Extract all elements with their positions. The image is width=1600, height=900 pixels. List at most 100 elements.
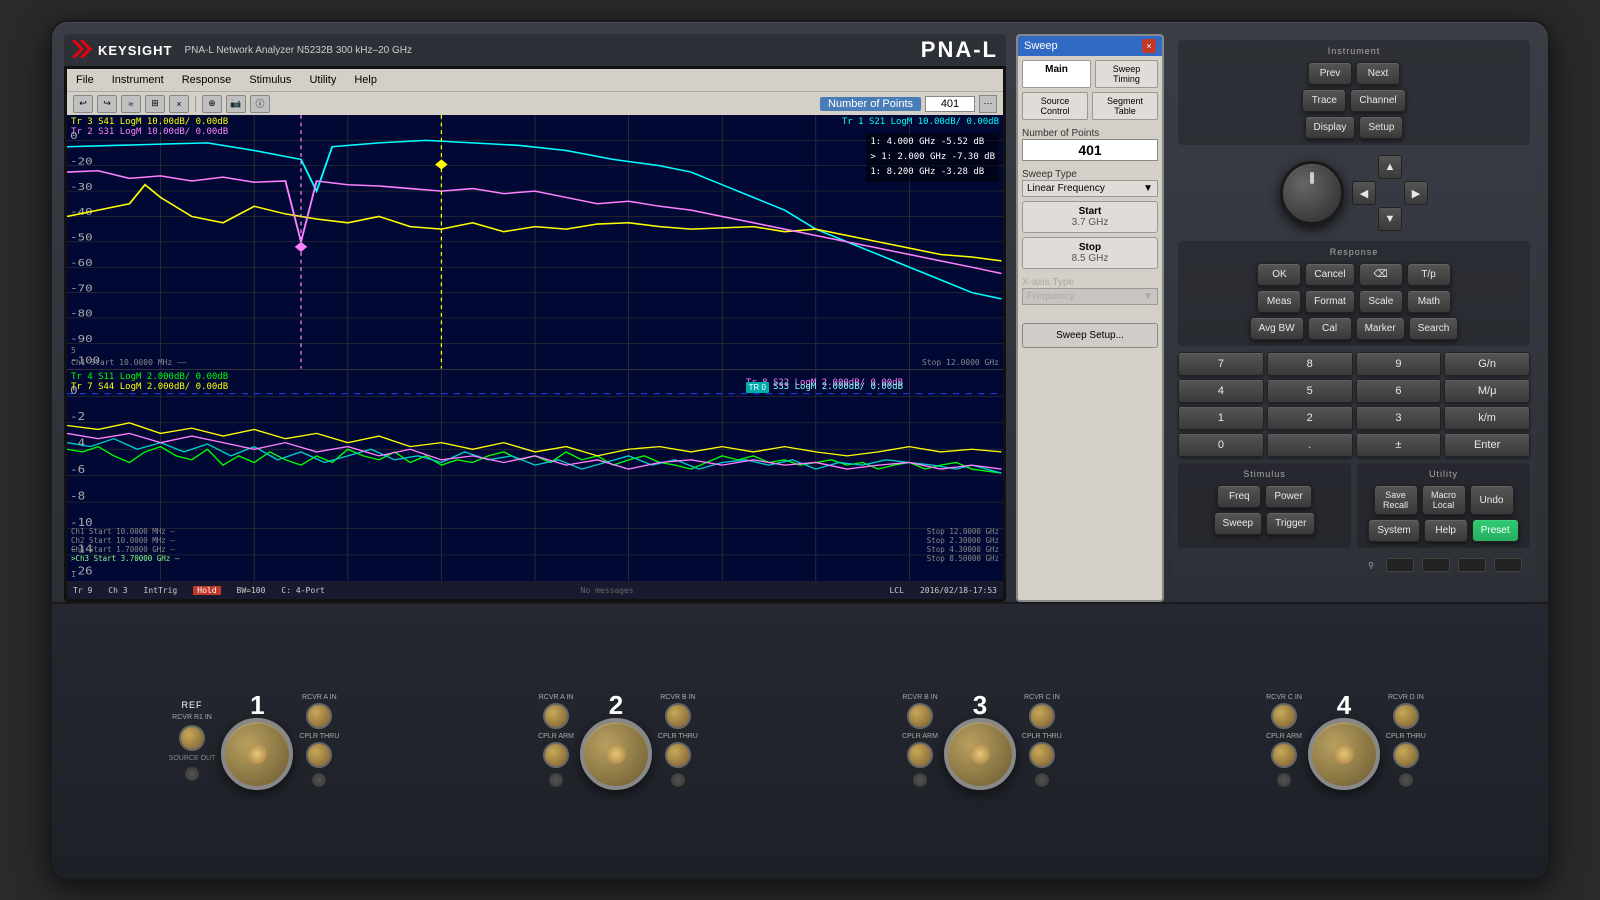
toolbar-copy[interactable]: ⊞: [145, 95, 165, 113]
num-points-value[interactable]: 401: [925, 96, 975, 112]
numpad-gn[interactable]: G/n: [1444, 352, 1530, 376]
trace-button[interactable]: Trace: [1302, 89, 1346, 112]
toolbar-redo[interactable]: ↪: [97, 95, 117, 113]
power-button[interactable]: Power: [1265, 485, 1311, 508]
tab-main[interactable]: Main: [1022, 60, 1091, 88]
start-section: Start 3.7 GHz: [1022, 201, 1158, 233]
lower-ch2-stop: Stop 2.30000 GHz: [927, 536, 999, 545]
numpad-4[interactable]: 4: [1178, 379, 1264, 403]
backspace-button[interactable]: ⌫: [1359, 263, 1403, 286]
sweep-setup-button[interactable]: Sweep Setup...: [1022, 323, 1158, 348]
save-recall-button[interactable]: SaveRecall: [1374, 485, 1418, 515]
response-btn-row1: OK Cancel ⌫ T/p: [1184, 263, 1524, 286]
start-button[interactable]: Start 3.7 GHz: [1022, 201, 1158, 233]
numpad-dot[interactable]: .: [1267, 433, 1353, 457]
channel-button[interactable]: Channel: [1350, 89, 1405, 112]
numpad-mu[interactable]: M/μ: [1444, 379, 1530, 403]
numpad-5[interactable]: 5: [1267, 379, 1353, 403]
x-axis-dropdown[interactable]: Frequency ▼: [1022, 288, 1158, 305]
setup-button[interactable]: Setup: [1359, 116, 1403, 139]
stop-button[interactable]: Stop 8.5 GHz: [1022, 237, 1158, 269]
cplt-thru4-label: CPLR THRU: [1386, 733, 1426, 740]
numpad-km[interactable]: k/m: [1444, 406, 1530, 430]
numpad-2[interactable]: 2: [1267, 406, 1353, 430]
numpad-9[interactable]: 9: [1356, 352, 1442, 376]
toolbar-wave[interactable]: ≈: [121, 95, 141, 113]
dialog-close-button[interactable]: ×: [1142, 39, 1156, 53]
numpad-8[interactable]: 8: [1267, 352, 1353, 376]
numpad-7[interactable]: 7: [1178, 352, 1264, 376]
scale-button[interactable]: Scale: [1359, 290, 1403, 313]
preset-button[interactable]: Preset: [1472, 519, 1519, 542]
ok-button[interactable]: OK: [1257, 263, 1301, 286]
tab-segment-table[interactable]: SegmentTable: [1092, 92, 1158, 120]
next-button[interactable]: Next: [1356, 62, 1400, 85]
menu-file[interactable]: File: [73, 74, 97, 86]
tab-sweep-timing[interactable]: SweepTiming: [1095, 60, 1158, 88]
port2-btn1[interactable]: [548, 772, 564, 788]
numpad-1[interactable]: 1: [1178, 406, 1264, 430]
menu-response[interactable]: Response: [179, 74, 235, 86]
usb-port-4[interactable]: [1494, 558, 1522, 572]
menu-utility[interactable]: Utility: [306, 74, 339, 86]
sweep-type-dropdown[interactable]: Linear Frequency ▼: [1022, 180, 1158, 197]
menu-help[interactable]: Help: [351, 74, 380, 86]
cancel-button[interactable]: Cancel: [1305, 263, 1354, 286]
upper-chart-svg: 0 -20 -30 -40 -50 -60 -70 -80 -90 -100: [67, 115, 1003, 369]
system-button[interactable]: System: [1368, 519, 1419, 542]
menu-instrument[interactable]: Instrument: [109, 74, 167, 86]
format-button[interactable]: Format: [1305, 290, 1355, 313]
numpad: 7 8 9 G/n 4 5 6 M/μ 1 2 3 k/m 0 . ± Ente…: [1178, 352, 1530, 457]
help-button[interactable]: Help: [1424, 519, 1468, 542]
port1-btn2[interactable]: [311, 772, 327, 788]
num-points-icon[interactable]: ⋯: [979, 95, 997, 113]
port4-btn1[interactable]: [1276, 772, 1292, 788]
math-button[interactable]: Math: [1407, 290, 1451, 313]
toolbar-zoom[interactable]: ⊕: [202, 95, 222, 113]
usb-port-3[interactable]: [1458, 558, 1486, 572]
usb-port-1[interactable]: [1386, 558, 1414, 572]
trace-label-tr4: Tr 4 S11 LogM 2.000dB/ 0.00dB: [71, 372, 228, 382]
arrow-right[interactable]: ▶: [1404, 181, 1428, 205]
toolbar-undo[interactable]: ↩: [73, 95, 93, 113]
svg-text:-70: -70: [70, 281, 93, 293]
tab-source-control[interactable]: SourceControl: [1022, 92, 1088, 120]
toolbar-delete[interactable]: ×: [169, 95, 189, 113]
numpad-6[interactable]: 6: [1356, 379, 1442, 403]
prev-button[interactable]: Prev: [1308, 62, 1352, 85]
marker-button[interactable]: Marker: [1356, 317, 1405, 340]
main-knob[interactable]: [1280, 161, 1344, 225]
cplr-arm2-conn: [907, 742, 933, 768]
sweep-button[interactable]: Sweep: [1214, 512, 1263, 535]
status-time: 2016/02/18-17:53: [920, 586, 997, 595]
port1-small-btn[interactable]: [184, 766, 200, 782]
numpad-0[interactable]: 0: [1178, 433, 1264, 457]
meas-button[interactable]: Meas: [1257, 290, 1301, 313]
display-button[interactable]: Display: [1305, 116, 1356, 139]
usb-port-2[interactable]: [1422, 558, 1450, 572]
freq-button[interactable]: Freq: [1217, 485, 1261, 508]
port4-btn2[interactable]: [1398, 772, 1414, 788]
numpad-enter[interactable]: Enter: [1444, 433, 1530, 457]
trigger-button[interactable]: Trigger: [1266, 512, 1315, 535]
port2-btn2[interactable]: [670, 772, 686, 788]
port3-btn1[interactable]: [912, 772, 928, 788]
toolbar-info[interactable]: ⓘ: [250, 95, 270, 113]
numpad-3[interactable]: 3: [1356, 406, 1442, 430]
macro-local-button[interactable]: MacroLocal: [1422, 485, 1466, 515]
arrow-up[interactable]: ▲: [1378, 155, 1402, 179]
cal-button[interactable]: Cal: [1308, 317, 1352, 340]
num-points-input[interactable]: [1022, 139, 1158, 161]
arrow-left[interactable]: ◀: [1352, 181, 1376, 205]
menu-stimulus[interactable]: Stimulus: [246, 74, 294, 86]
toolbar-camera[interactable]: 📷: [226, 95, 246, 113]
tp-button[interactable]: T/p: [1407, 263, 1451, 286]
num-points-section: Number of Points: [1022, 124, 1158, 161]
avg-bw-button[interactable]: Avg BW: [1250, 317, 1304, 340]
port3-btn2[interactable]: [1034, 772, 1050, 788]
undo-button[interactable]: Undo: [1470, 485, 1514, 515]
numpad-pm[interactable]: ±: [1356, 433, 1442, 457]
arrow-down[interactable]: ▼: [1378, 207, 1402, 231]
dialog-title-bar: Sweep ×: [1018, 36, 1162, 56]
search-button[interactable]: Search: [1409, 317, 1459, 340]
